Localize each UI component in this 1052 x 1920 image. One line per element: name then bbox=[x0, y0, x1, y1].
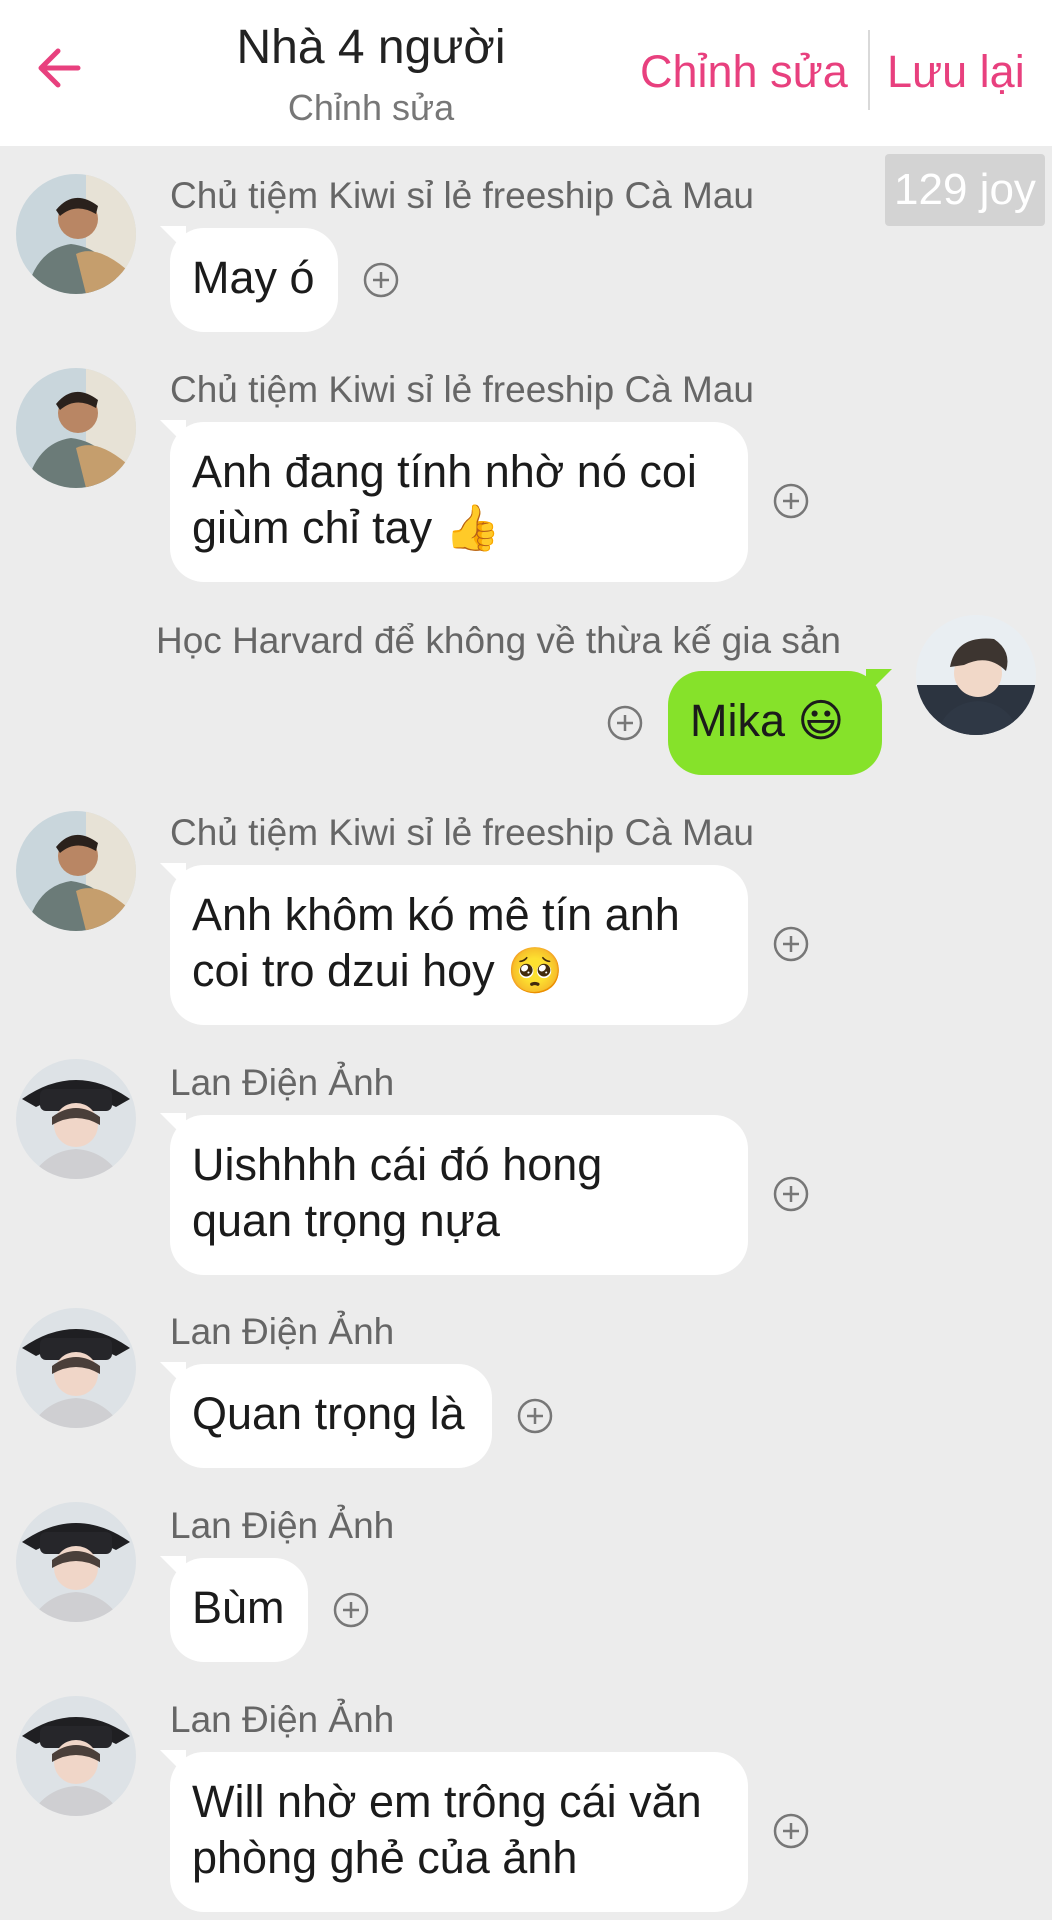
message-text: Bùm bbox=[192, 1582, 285, 1633]
message-bubble[interactable]: Quan trọng là bbox=[160, 1362, 492, 1468]
chat-subtitle: Chỉnh sửa bbox=[287, 87, 455, 128]
message-text: Mika 😃 bbox=[690, 695, 845, 746]
avatar[interactable] bbox=[916, 615, 1036, 735]
message-text-line: Will nhờ em trông cái văn bbox=[192, 1776, 702, 1827]
chat-header: Nhà 4 người Chỉnh sửa Chỉnh sửa Lưu lại bbox=[0, 0, 1052, 146]
sender-name: Lan Điện Ảnh bbox=[170, 1311, 395, 1352]
header-divider bbox=[868, 30, 870, 110]
avatar[interactable] bbox=[16, 1696, 136, 1816]
sender-name: Chủ tiệm Kiwi sỉ lẻ freeship Cà Mau bbox=[170, 369, 754, 410]
add-reaction-icon[interactable] bbox=[772, 1812, 810, 1850]
add-reaction-icon[interactable] bbox=[362, 261, 400, 299]
back-arrow-icon[interactable] bbox=[30, 38, 90, 98]
sender-name: Chủ tiệm Kiwi sỉ lẻ freeship Cà Mau bbox=[170, 812, 754, 853]
add-reaction-icon[interactable] bbox=[332, 1591, 370, 1629]
avatar[interactable] bbox=[16, 174, 136, 294]
message-bubble[interactable]: Anh khôm kó mê tín anh coi tro dzui hoy … bbox=[160, 863, 748, 1025]
add-reaction-icon[interactable] bbox=[772, 1175, 810, 1213]
add-reaction-icon[interactable] bbox=[772, 482, 810, 520]
add-reaction-icon[interactable] bbox=[606, 704, 644, 742]
message-text-line: quan trọng nựa bbox=[192, 1195, 500, 1246]
message-bubble[interactable]: Will nhờ em trông cái văn phòng ghẻ của … bbox=[160, 1750, 748, 1912]
joy-count-badge: 129 joy bbox=[885, 154, 1045, 226]
chat-title: Nhà 4 người bbox=[236, 21, 506, 74]
add-reaction-icon[interactable] bbox=[516, 1397, 554, 1435]
message-text-line: giùm chỉ tay 👍 bbox=[192, 502, 501, 553]
message-text-line: Anh đang tính nhờ nó coi bbox=[192, 446, 697, 497]
message-text: Quan trọng là bbox=[192, 1388, 465, 1439]
sender-name: Lan Điện Ảnh bbox=[170, 1062, 395, 1103]
save-button[interactable]: Lưu lại bbox=[887, 44, 1025, 100]
sender-name: Lan Điện Ảnh bbox=[170, 1505, 395, 1546]
avatar[interactable] bbox=[16, 1502, 136, 1622]
message-bubble[interactable]: Mika 😃 bbox=[668, 669, 892, 775]
avatar[interactable] bbox=[16, 1308, 136, 1428]
message-bubble[interactable]: Uishhhh cái đó hong quan trọng nựa bbox=[160, 1113, 748, 1275]
message-text-line: Anh khôm kó mê tín anh bbox=[192, 889, 680, 940]
message-text-line: coi tro dzui hoy 🥺 bbox=[192, 945, 564, 996]
avatar[interactable] bbox=[16, 811, 136, 931]
message-bubble[interactable]: Bùm bbox=[160, 1556, 308, 1662]
message-bubble[interactable]: May ó bbox=[160, 226, 338, 332]
message-text: May ó bbox=[192, 252, 315, 303]
add-reaction-icon[interactable] bbox=[772, 925, 810, 963]
sender-name: Lan Điện Ảnh bbox=[170, 1699, 395, 1740]
message-text-line: Uishhhh cái đó hong bbox=[192, 1139, 603, 1190]
message-bubble[interactable]: Anh đang tính nhờ nó coi giùm chỉ tay 👍 bbox=[160, 420, 748, 582]
message-text-line: phòng ghẻ của ảnh bbox=[192, 1832, 578, 1883]
avatar[interactable] bbox=[16, 368, 136, 488]
sender-name: Học Harvard để không về thừa kế gia sản bbox=[156, 620, 841, 661]
sender-name: Chủ tiệm Kiwi sỉ lẻ freeship Cà Mau bbox=[170, 175, 754, 216]
edit-button[interactable]: Chỉnh sửa bbox=[640, 44, 848, 100]
avatar[interactable] bbox=[16, 1059, 136, 1179]
